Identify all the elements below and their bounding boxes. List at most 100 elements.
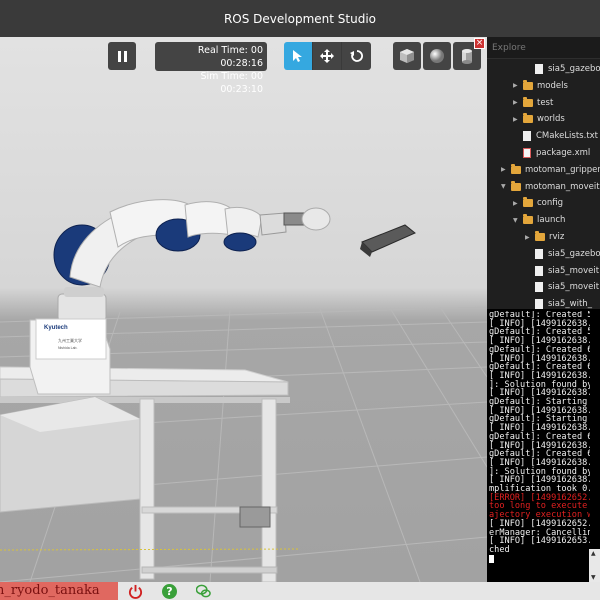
folder-icon — [523, 79, 533, 90]
status-bar: n_ryodo_tanaka ? — [0, 582, 600, 600]
chevron-right-icon[interactable]: ▶ — [525, 234, 535, 241]
file-icon — [535, 282, 543, 293]
tree-item[interactable]: ▶ worlds — [513, 111, 565, 127]
tree-item-label: sia5_moveit — [548, 265, 600, 276]
sim-time-label: Sim Time: — [200, 71, 248, 82]
robot-arm — [53, 199, 331, 288]
file-icon — [535, 265, 543, 276]
tree-item-label: test — [537, 97, 554, 108]
box-shape-button[interactable] — [393, 42, 421, 70]
tree-item-label: sia5_gazebo — [548, 248, 600, 259]
folder-icon — [523, 96, 533, 107]
cylinder-icon — [462, 49, 472, 64]
file-icon — [535, 299, 543, 309]
shape-toolbar — [393, 42, 481, 70]
console-output: gDefault]: Created 5[ INFO] [1499162638.… — [489, 311, 590, 565]
sign-line1: Kyutech — [44, 325, 68, 331]
sphere-icon — [430, 49, 444, 63]
tree-item-label: sia5_gazebo — [548, 64, 600, 74]
file-icon — [535, 248, 543, 259]
console-scrollbar[interactable]: ▲ ▼ — [589, 549, 600, 582]
explorer-header: Explore — [487, 37, 600, 59]
user-badge[interactable]: n_ryodo_tanaka — [0, 582, 118, 600]
title-bar: ROS Development Studio — [0, 0, 600, 37]
select-mode-button[interactable] — [284, 42, 313, 70]
scene-render: Kyutech 九州工業大学 Nishida Lab. — [0, 199, 487, 582]
tree-item-label: worlds — [537, 114, 565, 125]
help-glyph: ? — [166, 585, 173, 598]
tree-item-label: config — [537, 198, 564, 209]
tree-item-label: models — [537, 80, 568, 91]
tree-item[interactable]: ▶ rviz — [525, 229, 564, 245]
username: n_ryodo_tanaka — [0, 583, 100, 598]
console-cursor — [489, 554, 590, 566]
floating-gripper — [360, 224, 416, 257]
tree-item[interactable]: sia5_moveit — [525, 279, 599, 295]
chevron-right-icon[interactable]: ▶ — [513, 99, 523, 106]
chevron-right-icon[interactable]: ▶ — [513, 200, 523, 207]
tree-item[interactable]: ▶ motoman_gripper — [501, 162, 600, 178]
time-display: Real Time: 00 00:28:16 Sim Time: 00 00:2… — [155, 42, 267, 95]
rotate-icon — [349, 50, 363, 62]
chevron-down-icon[interactable]: ▼ — [513, 217, 523, 224]
tree-item-label: CMakeLists.txt — [536, 131, 599, 142]
controller-cabinet — [0, 396, 141, 513]
tree-item[interactable]: ▼ motoman_moveit — [501, 179, 600, 195]
tree-item[interactable]: ▶ models — [513, 78, 568, 94]
real-time-row: Real Time: 00 00:28:16 — [159, 44, 263, 70]
rotate-mode-button[interactable] — [342, 42, 371, 70]
file-icon — [523, 131, 531, 142]
folder-icon — [511, 180, 521, 191]
box-icon — [400, 49, 414, 63]
chevron-right-icon[interactable]: ▶ — [501, 166, 511, 173]
tree-item-label: sia5_with_ — [548, 299, 592, 309]
help-icon[interactable]: ? — [162, 584, 177, 599]
folder-icon — [535, 231, 545, 241]
tree-item-label: motoman_gripper — [525, 164, 600, 175]
tree-item-label: rviz — [549, 232, 565, 242]
sign-line2: 九州工業大学 — [58, 337, 82, 343]
file-explorer: Explore sia5_gazebo ▶ models ▶ test ▶ worlds CM… — [487, 37, 600, 309]
chevron-right-icon[interactable]: ▶ — [513, 116, 523, 123]
folder-icon — [523, 214, 533, 225]
folder-icon — [523, 197, 533, 208]
pause-icon — [116, 47, 128, 66]
chevron-right-icon[interactable]: ▶ — [513, 82, 523, 89]
window-title: ROS Development Studio — [223, 11, 377, 26]
real-time-label: Real Time: — [197, 45, 248, 56]
console-panel[interactable]: gDefault]: Created 5[ INFO] [1499162638.… — [487, 309, 600, 582]
tree-item-label: package.xml — [536, 148, 591, 158]
mode-toolbar — [284, 42, 371, 70]
move-icon — [320, 49, 334, 63]
tree-item[interactable]: sia5_moveit — [525, 263, 599, 279]
tree-item[interactable]: sia5_gazebo — [525, 61, 600, 77]
folder-icon — [511, 163, 521, 174]
tree-item[interactable]: ▶ test — [513, 95, 553, 111]
tree-item[interactable]: ▼ launch — [513, 212, 565, 228]
xml-file-icon — [523, 148, 531, 158]
cursor-block — [489, 554, 494, 563]
tree-item-label: launch — [537, 215, 566, 226]
chevron-down-icon[interactable]: ▼ — [501, 183, 511, 190]
tree-item[interactable]: package.xml — [513, 145, 590, 161]
close-viewport-icon[interactable]: × — [474, 38, 485, 49]
file-icon — [535, 64, 543, 74]
translate-mode-button[interactable] — [313, 42, 342, 70]
tree-item[interactable]: sia5_with_ — [525, 296, 592, 309]
tree-item[interactable]: CMakeLists.txt — [513, 128, 598, 144]
chat-icon[interactable] — [196, 584, 211, 599]
tree-item[interactable]: ▶ config — [513, 195, 563, 211]
power-icon[interactable] — [128, 584, 143, 599]
scroll-up-icon[interactable]: ▲ — [591, 550, 596, 557]
console-line: ched — [489, 544, 510, 555]
tree-item[interactable]: sia5_gazebo — [525, 246, 600, 262]
sim-time-row: Sim Time: 00 00:23:10 — [159, 70, 263, 96]
sphere-shape-button[interactable] — [423, 42, 451, 70]
pause-button[interactable] — [108, 42, 136, 70]
scroll-down-icon[interactable]: ▼ — [591, 574, 596, 581]
tree-item-label: motoman_moveit — [525, 181, 600, 192]
simulation-viewport[interactable]: Kyutech 九州工業大学 Nishida Lab. Real Time: 0… — [0, 37, 487, 582]
tree-item-label: sia5_moveit — [548, 282, 600, 293]
folder-icon — [523, 113, 533, 124]
kyutech-sign: Kyutech 九州工業大学 Nishida Lab. — [35, 318, 107, 360]
